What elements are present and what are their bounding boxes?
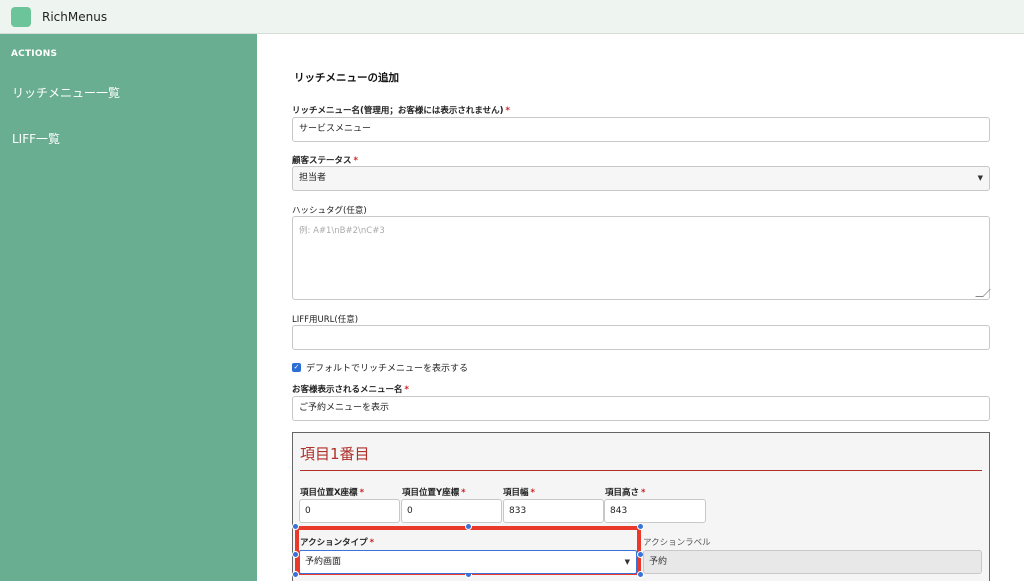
hashtag-label: ハッシュタグ(任意) [292, 206, 367, 216]
item-y-input[interactable]: 0 [401, 499, 502, 523]
sidebar-item-richmenu-list[interactable]: リッチメニュー一覧 [12, 84, 120, 101]
item-y-label: 項目位置Y座標 * [402, 488, 466, 498]
item-height-input[interactable]: 843 [604, 499, 706, 523]
sidebar: ACTIONS リッチメニュー一覧 LIFF一覧 [0, 34, 257, 581]
name-label: リッチメニュー名(管理用；お客様には表示されません) * [292, 106, 510, 116]
customer-status-select[interactable]: 担当者 ▼ [292, 166, 990, 191]
chevron-down-icon: ▼ [977, 174, 983, 182]
hashtag-textarea[interactable]: 例: A#1\nB#2\nC#3 [292, 216, 991, 300]
item-x-input[interactable]: 0 [299, 499, 400, 523]
item-width-input[interactable]: 833 [503, 499, 604, 523]
display-name-label: お客様表示されるメニュー名 * [292, 385, 409, 395]
hashtag-placeholder: 例: A#1\nB#2\nC#3 [299, 226, 385, 236]
app-title: RichMenus [42, 9, 108, 24]
app-logo-icon [11, 6, 31, 27]
checkbox-checked-icon[interactable]: ✓ [292, 363, 301, 372]
form-title: リッチメニューの追加 [294, 72, 399, 84]
item-panel-divider [300, 470, 982, 471]
selection-handle-icon[interactable] [637, 523, 644, 530]
main-content: リッチメニューの追加 リッチメニュー名(管理用；お客様には表示されません) * サ… [257, 34, 1024, 581]
liff-url-input[interactable] [292, 325, 990, 350]
top-bar: RichMenus [0, 0, 1024, 34]
item-height-label: 項目高さ * [605, 488, 646, 498]
default-display-checkbox-label: デフォルトでリッチメニューを表示する [306, 364, 469, 374]
item-width-label: 項目幅 * [503, 488, 535, 498]
sidebar-heading: ACTIONS [11, 49, 58, 59]
selection-handle-icon[interactable] [465, 523, 472, 530]
action-label-readonly: 予約 [643, 550, 982, 574]
item-x-label: 項目位置X座標 * [300, 488, 365, 498]
sidebar-item-liff-list[interactable]: LIFF一覧 [12, 130, 60, 147]
menu-name-input[interactable]: サービスメニュー [292, 117, 990, 142]
action-label-label: アクションラベル [643, 538, 711, 548]
action-type-select[interactable]: 予約画面 ▼ [299, 550, 637, 574]
selection-handle-icon[interactable] [292, 571, 299, 578]
status-label: 顧客ステータス * [292, 156, 358, 166]
selection-handle-icon[interactable] [292, 551, 299, 558]
selection-handle-icon[interactable] [292, 523, 299, 530]
item-panel: 項目1番目 項目位置X座標 * 項目位置Y座標 * 項目幅 * 項目高さ * 0 0 8… [292, 432, 990, 581]
display-name-input[interactable]: ご予約メニューを表示 [292, 396, 990, 421]
item-panel-title: 項目1番目 [300, 445, 370, 463]
resize-grip-icon[interactable] [975, 289, 991, 297]
default-display-checkbox-row[interactable]: ✓ デフォルトでリッチメニューを表示する [292, 361, 468, 374]
liff-url-label: LIFF用URL(任意) [292, 315, 359, 325]
action-type-label: アクションタイプ * [300, 538, 375, 548]
chevron-down-icon: ▼ [624, 558, 630, 566]
